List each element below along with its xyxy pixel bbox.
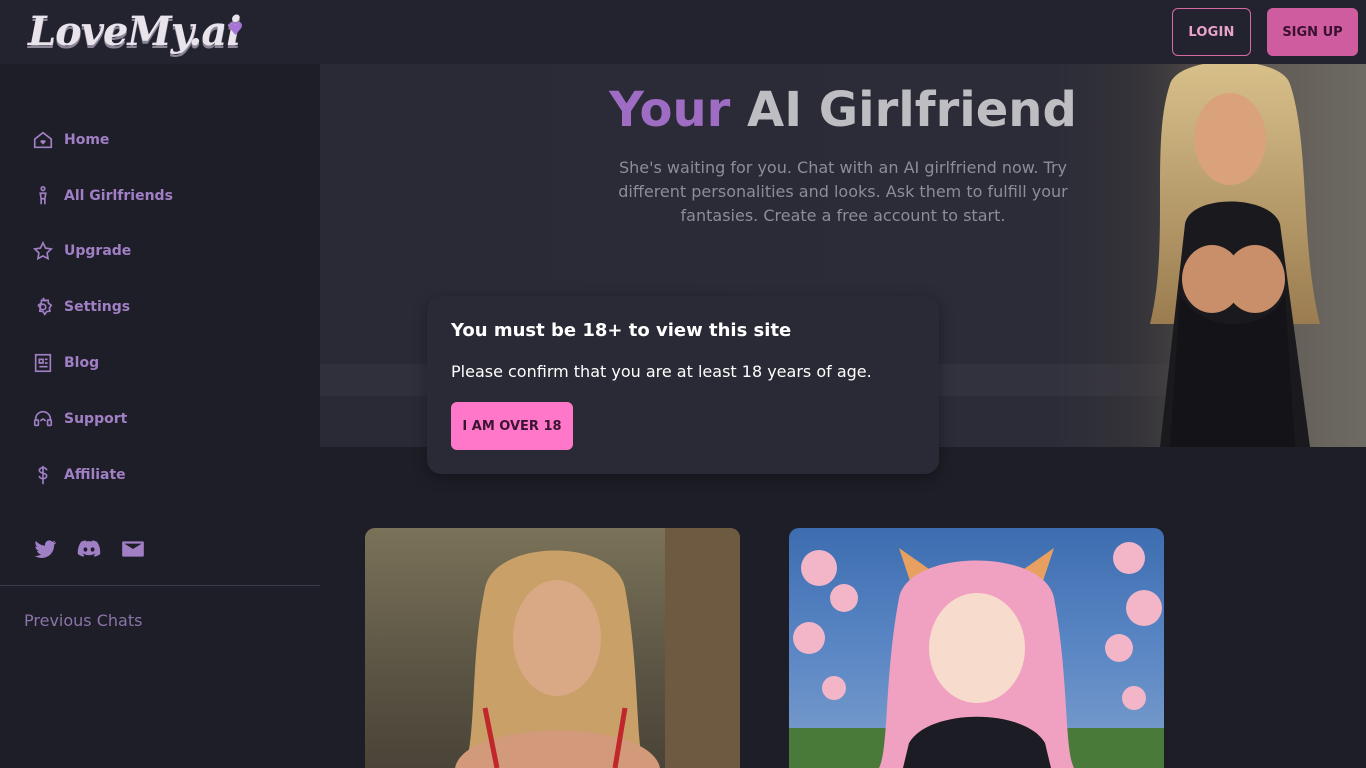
previous-chats-heading: Previous Chats bbox=[24, 611, 143, 630]
sidebar-item-upgrade[interactable]: Upgrade bbox=[32, 237, 131, 265]
mail-icon[interactable] bbox=[120, 536, 146, 562]
social-links bbox=[32, 536, 146, 562]
sidebar-item-home[interactable]: Home bbox=[32, 126, 109, 154]
sidebar-item-label: Settings bbox=[64, 299, 131, 315]
person-icon bbox=[39, 186, 47, 205]
logo-text: LoveMy.ai bbox=[28, 8, 241, 55]
site-logo[interactable]: LoveMy.ai ♥ bbox=[28, 6, 243, 58]
girlfriend-card[interactable] bbox=[789, 528, 1164, 768]
sidebar-item-label: Blog bbox=[64, 355, 100, 371]
hero-title: Your AI Girlfriend bbox=[320, 80, 1366, 140]
confirm-age-button[interactable]: I AM OVER 18 bbox=[451, 402, 573, 450]
top-header: LoveMy.ai ♥ LOGIN SIGN UP bbox=[0, 0, 1366, 64]
signup-button[interactable]: SIGN UP bbox=[1267, 8, 1358, 56]
girlfriend-photo bbox=[455, 528, 740, 768]
sidebar-divider bbox=[0, 585, 320, 586]
girlfriend-photo bbox=[789, 542, 1164, 768]
document-icon bbox=[34, 353, 52, 373]
sidebar-item-label: Support bbox=[64, 411, 128, 427]
hero-title-accent: Your bbox=[609, 82, 731, 138]
heart-icon: ♥ bbox=[227, 19, 243, 40]
sidebar-item-support[interactable]: Support bbox=[32, 405, 127, 433]
modal-text: Please confirm that you are at least 18 … bbox=[451, 362, 872, 381]
sidebar-item-label: Upgrade bbox=[64, 243, 132, 259]
dollar-icon bbox=[38, 465, 48, 485]
sidebar-item-settings[interactable]: Settings bbox=[32, 293, 130, 321]
sidebar-item-label: Affiliate bbox=[64, 467, 126, 483]
star-icon bbox=[32, 240, 54, 261]
girlfriend-card[interactable] bbox=[365, 528, 740, 768]
sidebar-item-label: All Girlfriends bbox=[64, 188, 173, 204]
home-heart-icon bbox=[33, 131, 53, 149]
age-verification-modal: You must be 18+ to view this site Please… bbox=[427, 296, 939, 474]
gear-icon bbox=[37, 297, 53, 316]
login-button[interactable]: LOGIN bbox=[1172, 8, 1251, 56]
sidebar-item-all-girlfriends[interactable]: All Girlfriends bbox=[32, 182, 173, 210]
discord-icon[interactable] bbox=[76, 536, 102, 562]
sidebar-item-affiliate[interactable]: Affiliate bbox=[32, 461, 126, 489]
modal-title: You must be 18+ to view this site bbox=[451, 320, 792, 341]
twitter-icon[interactable] bbox=[32, 536, 58, 562]
sidebar-item-label: Home bbox=[64, 132, 110, 148]
hero-subtitle: She's waiting for you. Chat with an AI g… bbox=[618, 158, 1068, 225]
headset-icon bbox=[33, 410, 53, 427]
sidebar: Home All Girlfriends Upgrade Settings Bl… bbox=[0, 64, 320, 768]
sidebar-item-blog[interactable]: Blog bbox=[32, 349, 99, 377]
hero-title-rest: AI Girlfriend bbox=[747, 82, 1077, 138]
